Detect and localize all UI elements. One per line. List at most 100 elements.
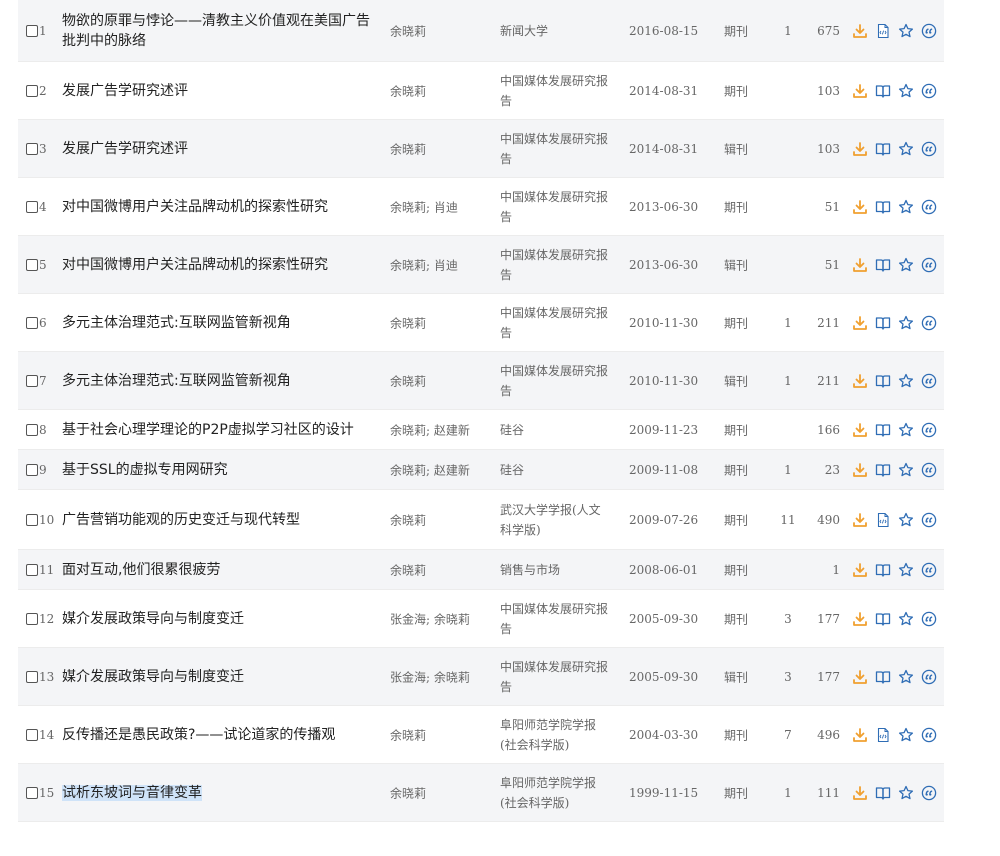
source-link[interactable]: 中国媒体发展研究报告 [500,129,612,169]
author-link[interactable]: 余晓莉 [390,22,490,39]
source-link[interactable]: 阜阳师范学院学报(社会科学版) [500,715,612,755]
cite-quote-icon[interactable] [921,83,937,99]
download-icon[interactable] [852,462,868,478]
source-link[interactable]: 阜阳师范学院学报(社会科学版) [500,773,612,813]
cite-quote-icon[interactable] [921,373,937,389]
download-icon[interactable] [852,669,868,685]
online-read-book-icon[interactable] [875,611,891,627]
row-checkbox[interactable] [26,200,38,213]
favorite-star-icon[interactable] [898,315,914,331]
row-checkbox[interactable] [26,142,38,155]
source-link[interactable]: 中国媒体发展研究报告 [500,657,612,697]
author-link[interactable]: 张金海; 余晓莉 [390,668,490,685]
row-checkbox[interactable] [26,786,38,799]
download-icon[interactable] [852,141,868,157]
source-link[interactable]: 中国媒体发展研究报告 [500,71,612,111]
online-read-book-icon[interactable] [875,785,891,801]
favorite-star-icon[interactable] [898,462,914,478]
article-title-link[interactable]: 发展广告学研究述评 [62,81,380,101]
row-checkbox[interactable] [26,24,38,37]
article-title-link[interactable]: 对中国微博用户关注品牌动机的探索性研究 [62,255,380,275]
article-title-link[interactable]: 多元主体治理范式:互联网监管新视角 [62,313,380,333]
source-link[interactable]: 中国媒体发展研究报告 [500,303,612,343]
author-link[interactable]: 余晓莉; 赵建新 [390,461,490,478]
html-read-icon[interactable] [875,727,891,743]
author-link[interactable]: 余晓莉; 肖迪 [390,256,490,273]
author-link[interactable]: 余晓莉 [390,726,490,743]
row-checkbox[interactable] [26,612,38,625]
cite-quote-icon[interactable] [921,257,937,273]
article-title-link[interactable]: 媒介发展政策导向与制度变迁 [62,609,380,629]
article-title-link[interactable]: 对中国微博用户关注品牌动机的探索性研究 [62,197,380,217]
cite-quote-icon[interactable] [921,315,937,331]
article-title-link[interactable]: 多元主体治理范式:互联网监管新视角 [62,371,380,391]
cite-quote-icon[interactable] [921,141,937,157]
download-icon[interactable] [852,315,868,331]
author-link[interactable]: 张金海; 余晓莉 [390,610,490,627]
row-checkbox[interactable] [26,670,38,683]
online-read-book-icon[interactable] [875,562,891,578]
online-read-book-icon[interactable] [875,257,891,273]
author-link[interactable]: 余晓莉 [390,314,490,331]
article-title-link[interactable]: 基于SSL的虚拟专用网研究 [62,460,380,480]
favorite-star-icon[interactable] [898,512,914,528]
author-link[interactable]: 余晓莉 [390,511,490,528]
html-read-icon[interactable] [875,23,891,39]
online-read-book-icon[interactable] [875,83,891,99]
download-icon[interactable] [852,23,868,39]
favorite-star-icon[interactable] [898,562,914,578]
download-icon[interactable] [852,373,868,389]
online-read-book-icon[interactable] [875,422,891,438]
cite-quote-icon[interactable] [921,199,937,215]
cite-quote-icon[interactable] [921,462,937,478]
html-read-icon[interactable] [875,512,891,528]
online-read-book-icon[interactable] [875,141,891,157]
author-link[interactable]: 余晓莉; 肖迪 [390,198,490,215]
favorite-star-icon[interactable] [898,669,914,685]
source-link[interactable]: 中国媒体发展研究报告 [500,361,612,401]
cite-quote-icon[interactable] [921,727,937,743]
source-link[interactable]: 中国媒体发展研究报告 [500,599,612,639]
cite-quote-icon[interactable] [921,562,937,578]
favorite-star-icon[interactable] [898,611,914,627]
favorite-star-icon[interactable] [898,257,914,273]
download-icon[interactable] [852,562,868,578]
download-icon[interactable] [852,83,868,99]
cite-quote-icon[interactable] [921,669,937,685]
source-link[interactable]: 硅谷 [500,460,612,480]
favorite-star-icon[interactable] [898,23,914,39]
author-link[interactable]: 余晓莉 [390,561,490,578]
source-link[interactable]: 硅谷 [500,420,612,440]
author-link[interactable]: 余晓莉 [390,82,490,99]
row-checkbox[interactable] [26,563,38,576]
download-icon[interactable] [852,785,868,801]
row-checkbox[interactable] [26,728,38,741]
source-link[interactable]: 武汉大学学报(人文科学版) [500,500,612,540]
download-icon[interactable] [852,257,868,273]
article-title-link[interactable]: 基于社会心理学理论的P2P虚拟学习社区的设计 [62,420,380,440]
download-icon[interactable] [852,727,868,743]
author-link[interactable]: 余晓莉; 赵建新 [390,421,490,438]
cite-quote-icon[interactable] [921,785,937,801]
online-read-book-icon[interactable] [875,669,891,685]
row-checkbox[interactable] [26,84,38,97]
row-checkbox[interactable] [26,374,38,387]
online-read-book-icon[interactable] [875,199,891,215]
favorite-star-icon[interactable] [898,141,914,157]
cite-quote-icon[interactable] [921,23,937,39]
author-link[interactable]: 余晓莉 [390,372,490,389]
favorite-star-icon[interactable] [898,199,914,215]
row-checkbox[interactable] [26,258,38,271]
author-link[interactable]: 余晓莉 [390,140,490,157]
article-title-link[interactable]: 媒介发展政策导向与制度变迁 [62,667,380,687]
favorite-star-icon[interactable] [898,83,914,99]
cite-quote-icon[interactable] [921,512,937,528]
online-read-book-icon[interactable] [875,373,891,389]
source-link[interactable]: 中国媒体发展研究报告 [500,187,612,227]
article-title-link[interactable]: 反传播还是愚民政策?——试论道家的传播观 [62,725,380,745]
favorite-star-icon[interactable] [898,785,914,801]
download-icon[interactable] [852,512,868,528]
download-icon[interactable] [852,199,868,215]
row-checkbox[interactable] [26,423,38,436]
article-title-link[interactable]: 试析东坡词与音律变革 [62,783,380,803]
